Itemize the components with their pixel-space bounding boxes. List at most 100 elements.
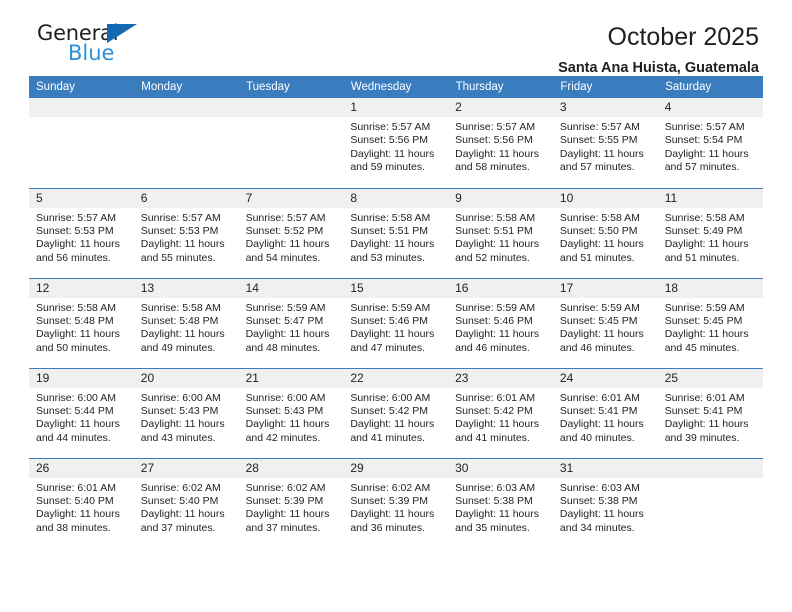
calendar-day-cell[interactable]: 17 Sunrise: 5:59 AM Sunset: 5:45 PM Dayligh… — [552, 277, 658, 368]
calendar-day-cell[interactable]: 25 Sunrise: 6:01 AM Sunset: 5:41 PM Dayligh… — [657, 367, 763, 458]
calendar-day-cell[interactable]: 2 Sunrise: 5:57 AM Sunset: 5:56 PM Daylight… — [448, 98, 553, 188]
day-details: Sunrise: 6:00 AM Sunset: 5:44 PM Daylight:… — [29, 388, 134, 446]
calendar-day-cell[interactable]: 19 Sunrise: 6:00 AM Sunset: 5:44 PM Dayligh… — [29, 367, 134, 458]
sunrise-time: Sunrise: 5:57 AM — [455, 121, 536, 133]
sunset-time: Sunset: 5:42 PM — [455, 404, 533, 417]
sunset-time: Sunset: 5:46 PM — [350, 314, 428, 327]
page-subtitle: Santa Ana Huista, Guatemala — [558, 60, 759, 76]
day-details: Sunrise: 6:02 AM Sunset: 5:39 PM Daylight:… — [343, 478, 448, 536]
day-details: Sunrise: 5:57 AM Sunset: 5:55 PM Daylight:… — [553, 117, 658, 175]
weekday-header-thursday: Thursday — [448, 76, 554, 98]
day-number — [657, 458, 763, 478]
calendar-day-cell[interactable]: 28 Sunrise: 6:02 AM Sunset: 5:39 PM Dayligh… — [238, 457, 344, 548]
sunset-time: Sunset: 5:38 PM — [559, 494, 638, 507]
calendar-day-cell[interactable]: 1 Sunrise: 5:57 AM Sunset: 5:56 PM Daylight… — [343, 98, 449, 188]
day-number: 19 — [29, 368, 134, 388]
calendar-day-cell[interactable]: 8 Sunrise: 5:58 AM Sunset: 5:51 PM Daylight… — [343, 187, 449, 278]
sunset-time: Sunset: 5:44 PM — [36, 404, 114, 417]
daylight-line-1: Daylight: 11 hours — [36, 328, 120, 341]
sunset-time: Sunset: 5:45 PM — [559, 314, 638, 327]
day-number: 11 — [657, 188, 763, 208]
calendar-day-cell[interactable]: 7 Sunrise: 5:57 AM Sunset: 5:52 PM Daylight… — [238, 187, 344, 278]
sunrise-time: Sunrise: 6:00 AM — [36, 391, 116, 404]
calendar-day-cell[interactable]: 3 Sunrise: 5:57 AM Sunset: 5:55 PM Daylight… — [552, 98, 658, 188]
daylight-line-1: Daylight: 11 hours — [455, 418, 539, 431]
calendar-day-cell[interactable]: 5 Sunrise: 5:57 AM Sunset: 5:53 PM Daylight… — [29, 187, 134, 278]
sunrise-time: Sunrise: 5:58 AM — [140, 301, 221, 314]
day-details: Sunrise: 6:03 AM Sunset: 5:38 PM Daylight:… — [553, 478, 658, 536]
daylight-line-2: and 43 minutes. — [140, 431, 216, 444]
day-number: 8 — [343, 188, 449, 208]
day-number: 2 — [448, 98, 553, 117]
daylight-line-2: and 45 minutes. — [664, 341, 740, 354]
calendar-week-row: 12 Sunrise: 5:58 AM Sunset: 5:48 PM Dayligh… — [29, 277, 763, 368]
daylight-line-2: and 37 minutes. — [140, 521, 216, 534]
calendar-day-cell[interactable]: 23 Sunrise: 6:01 AM Sunset: 5:42 PM Dayligh… — [448, 367, 553, 458]
calendar-body: 1 Sunrise: 5:57 AM Sunset: 5:56 PM Daylight… — [29, 98, 763, 548]
calendar-day-cell[interactable]: 10 Sunrise: 5:58 AM Sunset: 5:50 PM Dayligh… — [552, 187, 658, 278]
daylight-line-1: Daylight: 11 hours — [559, 328, 644, 341]
sunrise-time: Sunrise: 6:01 AM — [559, 391, 640, 404]
day-details: Sunrise: 5:58 AM Sunset: 5:48 PM Daylight:… — [29, 298, 134, 356]
calendar-day-cell[interactable]: 31 Sunrise: 6:03 AM Sunset: 5:38 PM Dayligh… — [552, 457, 658, 548]
sunrise-time: Sunrise: 5:57 AM — [350, 121, 431, 133]
day-number: 24 — [552, 368, 658, 388]
logo-text-blue: Blue — [68, 41, 115, 65]
daylight-line-2: and 41 minutes. — [455, 431, 530, 444]
sunset-time: Sunset: 5:41 PM — [664, 404, 743, 417]
daylight-line-1: Daylight: 11 hours — [350, 147, 435, 160]
calendar-day-cell[interactable]: 11 Sunrise: 5:58 AM Sunset: 5:49 PM Dayligh… — [657, 187, 763, 278]
sunrise-time: Sunrise: 6:02 AM — [140, 481, 221, 494]
calendar-day-cell[interactable]: 13 Sunrise: 5:58 AM Sunset: 5:48 PM Dayligh… — [133, 277, 239, 368]
weekday-header-friday: Friday — [552, 76, 659, 98]
calendar-day-cell[interactable]: 20 Sunrise: 6:00 AM Sunset: 5:43 PM Dayligh… — [133, 367, 239, 458]
day-number — [29, 98, 134, 117]
daylight-line-1: Daylight: 11 hours — [36, 418, 120, 431]
calendar-day-cell[interactable]: 16 Sunrise: 5:59 AM Sunset: 5:46 PM Dayligh… — [448, 277, 553, 368]
sunrise-time: Sunrise: 5:57 AM — [559, 121, 640, 133]
sunset-time: Sunset: 5:45 PM — [664, 314, 743, 327]
calendar-day-cell[interactable]: 14 Sunrise: 5:59 AM Sunset: 5:47 PM Dayligh… — [238, 277, 344, 368]
day-details: Sunrise: 5:58 AM Sunset: 5:51 PM Daylight:… — [343, 208, 448, 266]
calendar-day-cell[interactable]: 29 Sunrise: 6:02 AM Sunset: 5:39 PM Dayligh… — [343, 457, 449, 548]
day-details: Sunrise: 5:57 AM Sunset: 5:56 PM Daylight:… — [448, 117, 553, 175]
day-number: 27 — [133, 458, 239, 478]
day-details: Sunrise: 5:58 AM Sunset: 5:50 PM Daylight:… — [553, 208, 658, 266]
calendar-day-cell[interactable]: 15 Sunrise: 5:59 AM Sunset: 5:46 PM Dayligh… — [343, 277, 449, 368]
daylight-line-2: and 53 minutes. — [350, 251, 426, 264]
calendar-day-cell[interactable]: 4 Sunrise: 5:57 AM Sunset: 5:54 PM Daylight… — [657, 98, 763, 188]
sunset-time: Sunset: 5:38 PM — [455, 494, 533, 507]
calendar-day-cell[interactable]: 24 Sunrise: 6:01 AM Sunset: 5:41 PM Dayligh… — [552, 367, 658, 458]
day-details: Sunrise: 5:58 AM Sunset: 5:49 PM Daylight:… — [658, 208, 763, 266]
daylight-line-1: Daylight: 11 hours — [664, 328, 749, 341]
sunset-time: Sunset: 5:51 PM — [350, 224, 428, 237]
sunrise-time: Sunrise: 5:58 AM — [455, 211, 536, 224]
calendar-day-cell[interactable]: 18 Sunrise: 5:59 AM Sunset: 5:45 PM Dayligh… — [657, 277, 763, 368]
day-number: 14 — [238, 278, 344, 298]
sunrise-time: Sunrise: 6:01 AM — [455, 391, 536, 404]
day-number: 22 — [343, 368, 449, 388]
daylight-line-2: and 40 minutes. — [559, 431, 635, 444]
calendar-day-cell[interactable]: 27 Sunrise: 6:02 AM Sunset: 5:40 PM Dayligh… — [133, 457, 239, 548]
calendar-day-cell[interactable]: 9 Sunrise: 5:58 AM Sunset: 5:51 PM Daylight… — [448, 187, 553, 278]
day-number: 3 — [552, 98, 658, 117]
calendar-day-cell[interactable]: 22 Sunrise: 6:00 AM Sunset: 5:42 PM Dayligh… — [343, 367, 449, 458]
daylight-line-1: Daylight: 11 hours — [559, 418, 644, 431]
calendar-day-cell[interactable]: 21 Sunrise: 6:00 AM Sunset: 5:43 PM Dayligh… — [238, 367, 344, 458]
general-blue-logo: General Blue — [37, 22, 155, 70]
day-details: Sunrise: 5:57 AM Sunset: 5:56 PM Daylight:… — [343, 117, 448, 175]
day-details: Sunrise: 6:02 AM Sunset: 5:39 PM Daylight:… — [239, 478, 344, 536]
calendar-day-cell[interactable]: 26 Sunrise: 6:01 AM Sunset: 5:40 PM Dayligh… — [29, 457, 134, 548]
sunset-time: Sunset: 5:40 PM — [36, 494, 114, 507]
calendar-day-cell[interactable]: 12 Sunrise: 5:58 AM Sunset: 5:48 PM Dayligh… — [29, 277, 134, 368]
daylight-line-1: Daylight: 11 hours — [664, 238, 749, 251]
sunrise-time: Sunrise: 6:03 AM — [559, 481, 640, 494]
sunrise-time: Sunrise: 5:59 AM — [245, 301, 326, 314]
day-details: Sunrise: 5:59 AM Sunset: 5:45 PM Daylight:… — [658, 298, 763, 356]
calendar-day-cell[interactable]: 6 Sunrise: 5:57 AM Sunset: 5:53 PM Daylight… — [133, 187, 239, 278]
day-details: Sunrise: 5:59 AM Sunset: 5:46 PM Daylight:… — [343, 298, 448, 356]
calendar-day-cell[interactable]: 30 Sunrise: 6:03 AM Sunset: 5:38 PM Dayligh… — [448, 457, 553, 548]
sunset-time: Sunset: 5:55 PM — [559, 134, 638, 147]
day-details: Sunrise: 6:00 AM Sunset: 5:43 PM Daylight:… — [134, 388, 239, 446]
sunrise-time: Sunrise: 5:58 AM — [559, 211, 640, 224]
